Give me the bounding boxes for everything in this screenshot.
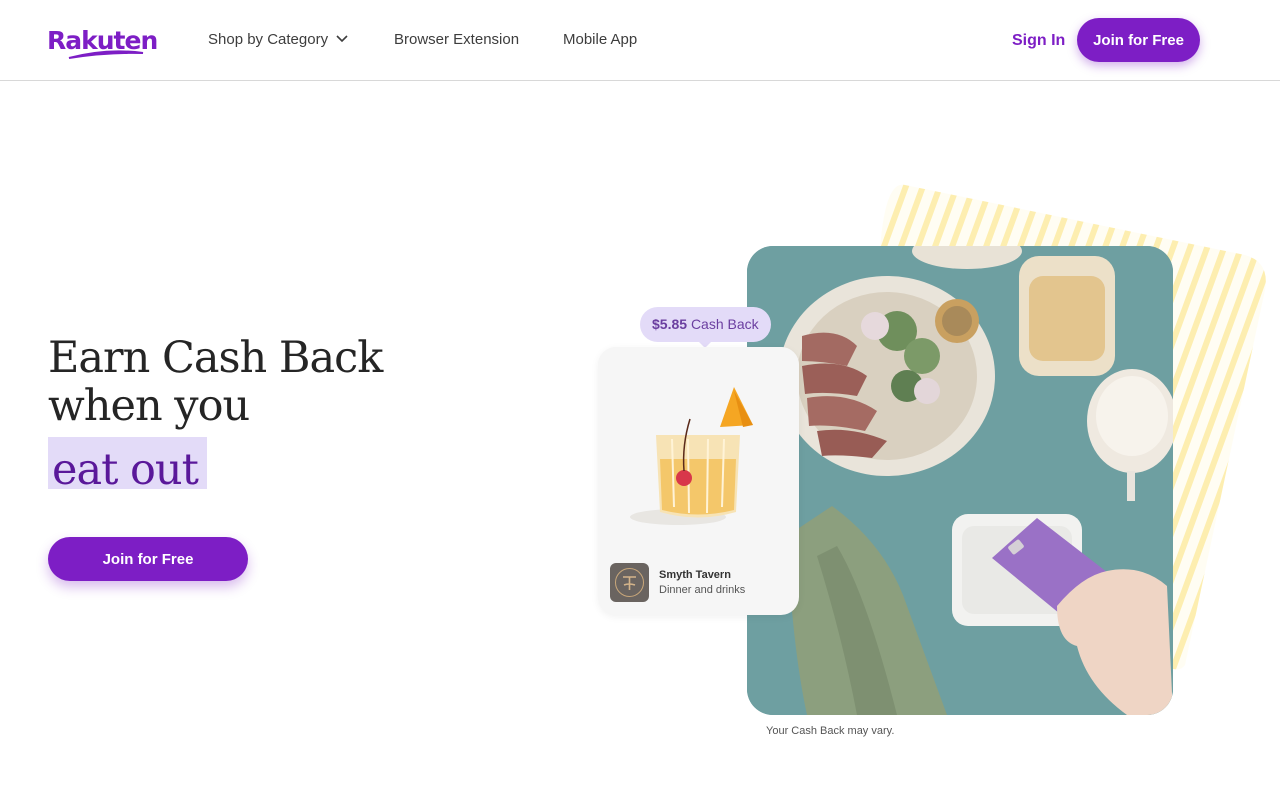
merchant-description: Dinner and drinks [659,584,746,596]
tavern-monogram-icon [615,568,644,597]
cashback-disclaimer: Your Cash Back may vary. [766,725,895,737]
cocktail-image [598,347,799,547]
merchant-promo-card: Smyth Tavern Dinner and drinks [598,347,799,615]
dining-photo [747,246,1173,715]
dining-scene-image [747,246,1173,715]
cashback-suffix: Cash Back [690,316,759,332]
cashback-amount: $5.85 [652,316,688,332]
merchant-name: Smyth Tavern [659,569,731,581]
merchant-logo-icon [610,563,649,602]
cashback-badge: $5.85 Cash Back [640,307,771,342]
